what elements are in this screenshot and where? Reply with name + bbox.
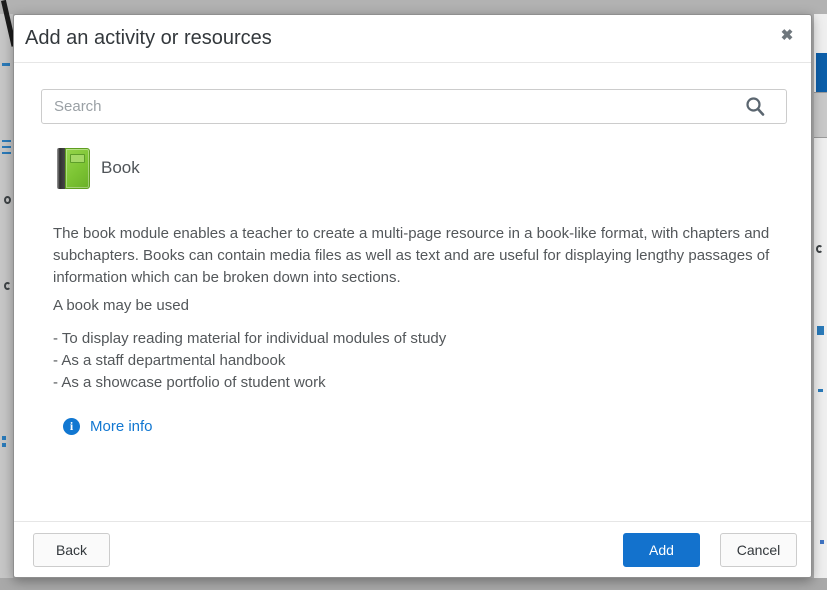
occluded-link-fragment xyxy=(2,146,11,148)
add-button[interactable]: Add xyxy=(623,533,700,567)
usage-list-item: - To display reading material for indivi… xyxy=(53,328,446,350)
cancel-button[interactable]: Cancel xyxy=(720,533,797,567)
screen: Add an activity or resources ✖ Book The … xyxy=(0,0,827,590)
backdrop-left-strip xyxy=(0,14,13,578)
usage-list: - To display reading material for indivi… xyxy=(53,328,446,394)
book-icon-spine xyxy=(57,148,65,189)
modal-footer: Back Add Cancel xyxy=(14,521,811,578)
occluded-link-fragment xyxy=(2,436,6,440)
book-icon xyxy=(57,148,90,189)
usage-list-item: - As a staff departmental handbook xyxy=(53,350,446,372)
usage-list-item: - As a showcase portfolio of student wor… xyxy=(53,372,446,394)
occluded-panel-fragment xyxy=(814,92,827,138)
description-line: The book module enables a teacher to cre… xyxy=(53,223,773,245)
modal-header: Add an activity or resources ✖ xyxy=(14,15,811,63)
close-icon[interactable]: ✖ xyxy=(776,25,798,47)
more-info-label: More info xyxy=(90,418,153,435)
occluded-link-fragment xyxy=(820,540,824,544)
activity-chooser-modal: Add an activity or resources ✖ Book The … xyxy=(13,14,812,578)
occluded-text-fragment xyxy=(816,245,823,253)
modal-title: Add an activity or resources xyxy=(25,27,272,50)
description-line: information which can be broken down int… xyxy=(53,267,773,289)
search-input[interactable] xyxy=(41,89,787,124)
usage-intro: A book may be used xyxy=(53,295,189,317)
activity-name: Book xyxy=(101,158,140,178)
occluded-link-fragment xyxy=(2,140,11,142)
occluded-text-fragment xyxy=(4,282,11,290)
occluded-link-fragment xyxy=(2,152,11,154)
more-info-link[interactable]: i More info xyxy=(63,418,153,435)
info-circle-icon: i xyxy=(63,418,80,435)
search-box xyxy=(41,89,787,124)
occluded-link-fragment xyxy=(817,326,824,335)
activity-description: The book module enables a teacher to cre… xyxy=(53,223,773,289)
search-icon xyxy=(745,96,765,116)
occluded-link-fragment xyxy=(818,389,823,392)
occluded-link-fragment xyxy=(2,63,10,66)
description-line: subchapters. Books can contain media fil… xyxy=(53,245,773,267)
occluded-blue-button-fragment xyxy=(816,53,827,92)
backdrop-bottom-strip xyxy=(0,578,827,590)
back-button[interactable]: Back xyxy=(33,533,110,567)
backdrop-top-strip xyxy=(0,0,827,14)
book-icon-label xyxy=(70,154,85,163)
occluded-text-fragment xyxy=(4,196,11,204)
